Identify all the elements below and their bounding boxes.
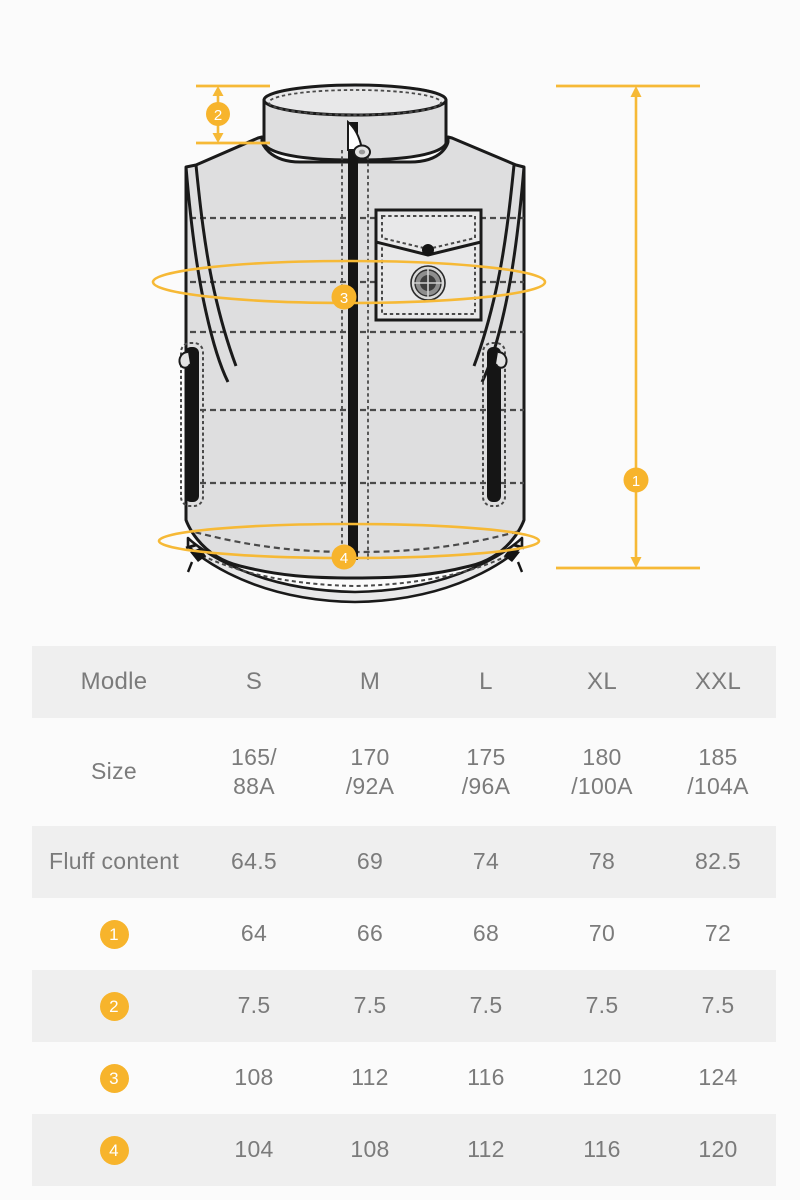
cell-m4-l: 112 (467, 1136, 505, 1163)
cell-fluff-l: 74 (472, 848, 500, 875)
size-line-2: /100A (571, 773, 633, 799)
cell-m2-m: 7.5 (353, 992, 387, 1019)
size-line-1: 175 (466, 743, 506, 770)
cell-m3-m: 112 (351, 1064, 389, 1091)
size-line-2: /92A (345, 773, 395, 799)
size-line-2: /104A (687, 773, 749, 799)
row-label-marker-2: 2 (32, 970, 196, 1042)
marker-badge-4: 4 (99, 1136, 129, 1166)
table-row-size: Size 165/ 88A 170 /92A 175 /96A 180 /100… (32, 718, 776, 826)
size-line-1: 170 (350, 743, 390, 770)
svg-text:1: 1 (632, 473, 640, 490)
table-row-marker-4: 4 104 108 112 116 120 (32, 1114, 776, 1186)
header-size-xxl: XXL (694, 667, 742, 695)
cell-m2-xl: 7.5 (585, 992, 619, 1019)
cell-m1-xl: 70 (588, 920, 616, 947)
cell-m1-xxl: 72 (704, 920, 732, 947)
row-label-size: Size (91, 758, 137, 785)
size-line-1: 185 (698, 743, 738, 770)
header-size-m: M (359, 667, 381, 695)
cell-m3-xxl: 124 (698, 1064, 738, 1091)
cell-fluff-m: 69 (356, 848, 384, 875)
table-header-row: Modle S M L XL XXL (32, 646, 776, 718)
cell-m3-xl: 120 (582, 1064, 622, 1091)
header-label: Modle (80, 667, 148, 695)
cell-m3-s: 108 (234, 1064, 274, 1091)
svg-text:3: 3 (340, 290, 348, 307)
size-chart-table: Modle S M L XL XXL Size 165/ 88A 170 /92… (32, 646, 776, 1186)
cell-m1-s: 64 (240, 920, 268, 947)
cell-m2-s: 7.5 (237, 992, 271, 1019)
size-chart-page: 2 1 3 4 Modle S M L XL XXL Size 165/ 88A… (0, 0, 800, 1200)
svg-text:2: 2 (214, 107, 222, 124)
size-line-2: 88A (233, 773, 275, 799)
header-size-s: S (245, 667, 263, 695)
cell-fluff-xxl: 82.5 (695, 848, 741, 875)
cell-m4-m: 108 (350, 1136, 390, 1163)
cell-size-l: 175 /96A (428, 718, 544, 826)
cell-m1-l: 68 (472, 920, 500, 947)
cell-fluff-xl: 78 (588, 848, 616, 875)
zipper-pull-icon (353, 144, 371, 160)
vest-technical-drawing: 2 1 3 4 (0, 0, 800, 640)
size-line-2: /96A (461, 773, 511, 799)
cell-m2-xxl: 7.5 (701, 992, 735, 1019)
marker-badge-2: 2 (99, 992, 129, 1022)
row-label-fluff-content: Fluff content (48, 848, 180, 875)
row-label-marker-3: 3 (32, 1042, 196, 1114)
table-row-marker-1: 1 64 66 68 70 72 (32, 898, 776, 970)
size-line-1: 165/ (231, 743, 277, 770)
table-row-marker-2: 2 7.5 7.5 7.5 7.5 7.5 (32, 970, 776, 1042)
cell-size-s: 165/ 88A (196, 718, 312, 826)
cell-m1-m: 66 (356, 920, 384, 947)
header-size-l: L (479, 667, 493, 695)
row-label-marker-4: 4 (32, 1114, 196, 1186)
pocket-emblem-icon (410, 265, 446, 301)
cell-fluff-s: 64.5 (231, 848, 277, 875)
table-row-fluff-content: Fluff content 64.5 69 74 78 82.5 (32, 826, 776, 898)
cell-m4-s: 104 (234, 1136, 274, 1163)
header-size-xl: XL (587, 667, 617, 695)
cell-size-xl: 180 /100A (544, 718, 660, 826)
cell-size-m: 170 /92A (312, 718, 428, 826)
cell-m4-xxl: 120 (698, 1136, 738, 1163)
row-label-marker-1: 1 (32, 898, 196, 970)
cell-size-xxl: 185 /104A (660, 718, 776, 826)
svg-text:4: 4 (340, 550, 348, 567)
cell-m4-xl: 116 (583, 1136, 621, 1163)
cell-m3-l: 116 (467, 1064, 505, 1091)
size-line-1: 180 (582, 743, 622, 770)
marker-badge-3: 3 (99, 1064, 129, 1094)
cell-m2-l: 7.5 (469, 992, 503, 1019)
marker-badge-1: 1 (99, 920, 129, 950)
table-row-marker-3: 3 108 112 116 120 124 (32, 1042, 776, 1114)
